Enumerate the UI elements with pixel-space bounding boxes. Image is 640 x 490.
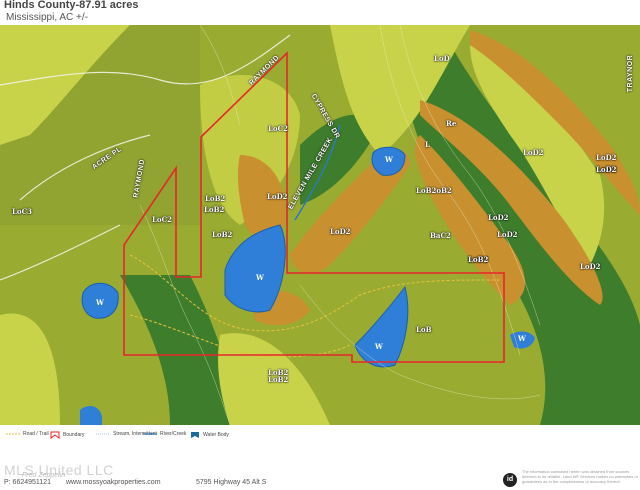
soil-label: LoD — [434, 54, 450, 63]
boundary-icon — [50, 431, 60, 439]
soil-label: LoC2 — [152, 215, 173, 224]
soil-label: LoD2 — [523, 148, 544, 157]
legend-label: Boundary — [63, 432, 85, 438]
soil-label: LoB2 — [204, 205, 225, 214]
soil-label: LoD2 — [488, 213, 509, 222]
soil-label: LoC2 — [268, 124, 289, 133]
soil-label: LoD2 — [497, 230, 518, 239]
disclaimer-text: The information contained herein was obt… — [522, 469, 638, 484]
soil-label: Re — [446, 119, 457, 128]
legend-label: Water Body — [203, 432, 229, 438]
soil-label: LoD2 — [330, 227, 351, 236]
water-label: W — [375, 342, 383, 351]
water-label: W — [518, 334, 526, 343]
legend-river: River/Creek — [143, 431, 186, 437]
soil-label: LoD2 — [580, 262, 601, 271]
soil-label: LoB2oB2 — [416, 186, 452, 195]
map-legend: Road / Trail Boundary Stream, Intermitte… — [0, 428, 640, 444]
website-link[interactable]: www.mossyoakproperties.com — [66, 479, 161, 486]
soil-label: BaC2 — [430, 231, 451, 240]
river-icon — [143, 433, 157, 435]
agent-name: Fred Zeppelin — [22, 472, 66, 479]
legend-water-body: Water Body — [190, 431, 229, 439]
soil-label: L — [425, 140, 430, 149]
soil-label: LoC3 — [12, 207, 33, 216]
map-subtitle: Mississippi, AC +/- — [6, 12, 88, 23]
soil-label: LoB2 — [468, 255, 489, 264]
water-label: W — [385, 155, 393, 164]
water-body-icon — [191, 432, 199, 438]
soil-label: LoB2 — [212, 230, 233, 239]
road-trail-icon — [6, 433, 20, 435]
stream-icon — [96, 433, 110, 435]
agent-phone[interactable]: P: 6624951121 — [4, 479, 51, 486]
soil-label: LoB2 — [268, 375, 289, 384]
soil-label: LoB — [416, 325, 432, 334]
soil-map-canvas — [0, 25, 640, 425]
soil-label: LoD2 — [596, 153, 617, 162]
legend-label: River/Creek — [160, 431, 187, 437]
soil-label: LoB2 — [205, 194, 226, 203]
soil-label: LoD2 — [267, 192, 288, 201]
map-header: Hinds County-87.91 acres Mississippi, AC… — [0, 0, 640, 25]
soil-map[interactable]: LoD LoC2 LoD2 LoB2 LoC3 LoB2 LoC2 LoB2 L… — [0, 25, 640, 425]
land-id-logo: id — [503, 473, 517, 487]
map-title: Hinds County-87.91 acres — [4, 0, 139, 11]
legend-road-trail: Road / Trail — [6, 431, 49, 437]
road-label-traynor: TRAYNOR — [627, 54, 635, 93]
water-label: W — [256, 273, 264, 282]
legend-label: Road / Trail — [23, 431, 49, 437]
listing-footer: MLS United LLC Fred Zeppelin P: 66249511… — [0, 448, 640, 490]
water-label: W — [96, 298, 104, 307]
legend-boundary: Boundary — [50, 431, 84, 439]
soil-label: LoD2 — [596, 165, 617, 174]
office-address: 5795 Highway 45 Alt S — [196, 479, 267, 486]
